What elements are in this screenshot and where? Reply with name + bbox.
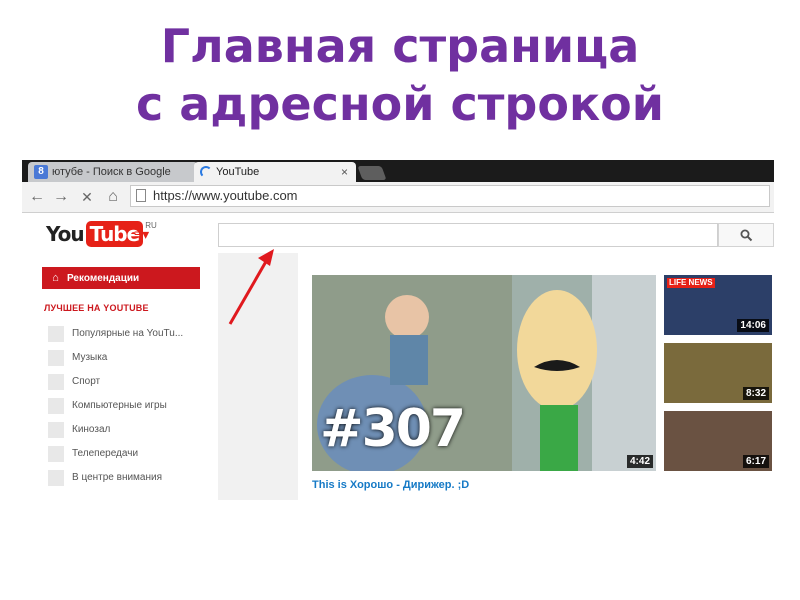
channel-icon: [48, 350, 64, 366]
sidebar-item-label: Музыка: [72, 352, 108, 363]
page-icon: [136, 189, 146, 202]
back-icon[interactable]: ←: [26, 186, 48, 208]
channel-icon: [48, 326, 64, 342]
tab-youtube[interactable]: YouTube ×: [194, 162, 356, 182]
side-video-thumbnail[interactable]: LIFE NEWS 14:06: [664, 275, 772, 335]
home-icon[interactable]: ⌂: [102, 186, 124, 208]
side-video-thumbnail[interactable]: 8:32: [664, 343, 772, 403]
tab-strip: 8 ютубе - Поиск в Google YouTube ×: [22, 160, 774, 182]
tab-label: YouTube: [216, 166, 260, 178]
guide-menu-icon[interactable]: ≡▾: [134, 227, 149, 241]
google-icon: 8: [34, 165, 48, 179]
new-tab-button[interactable]: [357, 166, 387, 180]
featured-video-title[interactable]: This is Хорошо - Дирижер. ;D: [312, 479, 469, 491]
channel-icon: [48, 374, 64, 390]
sidebar-item-label: Рекомендации: [67, 273, 140, 284]
channel-icon: [48, 398, 64, 414]
channel-icon: [48, 422, 64, 438]
search-button[interactable]: [718, 223, 774, 247]
close-tab-icon[interactable]: ×: [341, 162, 348, 182]
tab-google-search[interactable]: 8 ютубе - Поиск в Google: [28, 162, 198, 182]
logo-you: You: [46, 222, 85, 246]
sidebar-section-title: ЛУЧШЕЕ НА YOUTUBE: [44, 303, 149, 313]
browser-window: 8 ютубе - Поиск в Google YouTube × ← → ✕…: [22, 160, 774, 500]
featured-video-thumbnail[interactable]: #307 4:42: [312, 275, 656, 471]
youtube-header: You Tube RU ≡▾: [22, 213, 774, 253]
sidebar-item-label: Компьютерные игры: [72, 400, 167, 411]
video-duration: 8:32: [742, 387, 769, 400]
sidebar-item-label: Популярные на YouTu...: [72, 328, 184, 339]
address-bar-url: https://www.youtube.com: [153, 188, 298, 203]
slide-title-line-2: с адресной строкой: [135, 77, 664, 131]
search-icon: [740, 229, 752, 242]
browser-toolbar: ← → ✕ ⌂ https://www.youtube.com: [22, 182, 774, 213]
sidebar-item-label: Телепередачи: [72, 448, 139, 459]
sidebar-item-recommendations[interactable]: ⌂ Рекомендации: [42, 267, 200, 289]
side-video-thumbnail[interactable]: 6:17: [664, 411, 772, 471]
stop-icon[interactable]: ✕: [76, 186, 98, 208]
video-duration: 14:06: [737, 319, 769, 332]
channel-badge: LIFE NEWS: [667, 278, 715, 288]
address-bar[interactable]: https://www.youtube.com: [130, 185, 770, 207]
search-input[interactable]: [218, 223, 718, 247]
tab-label: ютубе - Поиск в Google: [52, 166, 171, 178]
guide-sidebar: ⌂ Рекомендации ЛУЧШЕЕ НА YOUTUBE Популярн…: [22, 253, 218, 500]
channel-icon: [48, 470, 64, 486]
sidebar-item-label: Кинозал: [72, 424, 111, 435]
page-content: ⌂ Рекомендации ЛУЧШЕЕ НА YOUTUBE Популярн…: [22, 253, 774, 500]
slide-title-line-1: Главная страница: [160, 19, 640, 73]
main-feed: #307 4:42 This is Хорошо - Дирижер. ;D L…: [298, 253, 774, 500]
video-duration: 4:42: [626, 455, 653, 468]
sidebar-item-label: Спорт: [72, 376, 101, 387]
home-icon: ⌂: [52, 272, 59, 284]
loading-icon: [200, 166, 212, 178]
thumbnail-overlay-text: #307: [320, 399, 466, 459]
forward-icon[interactable]: →: [50, 186, 72, 208]
video-duration: 6:17: [742, 455, 769, 468]
sidebar-item-label: В центре внимания: [72, 472, 163, 483]
channel-icon: [48, 446, 64, 462]
